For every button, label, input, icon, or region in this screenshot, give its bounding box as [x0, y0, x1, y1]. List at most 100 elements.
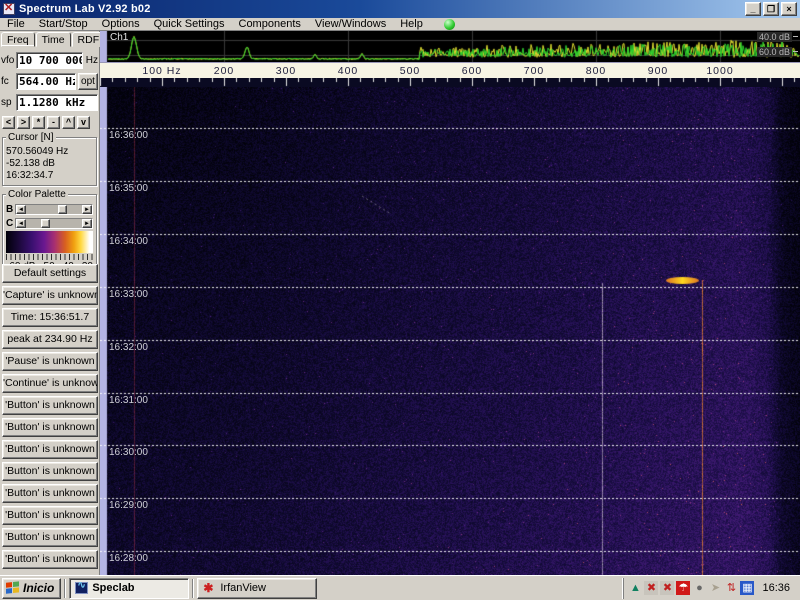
taskbar-clock: 16:36: [762, 582, 790, 594]
waterfall[interactable]: 16:36:00 16:35:00 16:34:00 16:33:00 16:32:00…: [100, 87, 800, 575]
macro-button-0[interactable]: Default settings: [2, 264, 98, 283]
contrast-slider[interactable]: ◄ ►: [15, 217, 93, 229]
task-label: IrfanView: [220, 582, 266, 594]
macro-button-column: Default settings 'Capture' is unknown Time…: [2, 264, 98, 569]
contrast-slider-thumb[interactable]: [40, 218, 50, 228]
brightness-slider-thumb[interactable]: [57, 204, 67, 214]
macro-button-13[interactable]: 'Button' is unknown: [2, 550, 98, 569]
vfo-label: vfo: [1, 54, 15, 66]
menu-item-view-windows[interactable]: View/Windows: [308, 18, 393, 31]
tuning-buttons: < > * - ^ v: [2, 116, 97, 129]
window-title: Spectrum Lab V2.92 b02: [19, 3, 151, 15]
brightness-slider[interactable]: ◄ ►: [15, 203, 93, 215]
menu-item-quick-settings[interactable]: Quick Settings: [147, 18, 232, 31]
macro-button-5[interactable]: 'Continue' is unknown: [2, 374, 98, 393]
waterfall-canvas[interactable]: [100, 87, 800, 575]
tab-freq[interactable]: Freq: [1, 32, 35, 47]
menu-item-help[interactable]: Help: [393, 18, 430, 31]
menu-item-components[interactable]: Components: [232, 18, 308, 31]
control-panel: Freq Time RDF vfo 10 700 000 Hz fc 564.0…: [0, 31, 106, 575]
sp-input[interactable]: 1.1280 kHz: [16, 93, 98, 111]
menu-item-file[interactable]: File: [0, 18, 32, 31]
close-button[interactable]: ×: [781, 2, 797, 16]
time-label: 16:30:00: [109, 447, 148, 458]
time-label: 16:29:00: [109, 500, 148, 511]
cursor-level: -52.138 dB: [6, 158, 55, 169]
fc-label: fc: [1, 75, 9, 87]
freq-label-400: 400: [337, 65, 359, 77]
cursor-frequency: 570.56049 Hz: [6, 146, 69, 157]
display-settings-icon[interactable]: ▦: [740, 581, 755, 595]
macro-button-10[interactable]: 'Button' is unknown: [2, 484, 98, 503]
spectrum-graph[interactable]: Ch1 40.0 dB 60.0 dB: [100, 31, 800, 62]
frequency-ticks: [100, 78, 800, 87]
fc-input[interactable]: 564.00 Hz: [16, 72, 76, 90]
menu-item-options[interactable]: Options: [95, 18, 147, 31]
time-label: 16:31:00: [109, 395, 148, 406]
tune-button-4[interactable]: ^: [62, 116, 75, 129]
palette-ruler: [6, 254, 93, 260]
tune-button-1[interactable]: >: [17, 116, 30, 129]
freq-label-800: 800: [585, 65, 607, 77]
start-button-label: Inicio: [23, 581, 55, 595]
taskbar-divider: [192, 578, 195, 598]
channel-label: Ch1: [110, 32, 129, 43]
db-scale-label: 60.0 dB: [756, 47, 792, 57]
macro-button-11[interactable]: 'Button' is unknown: [2, 506, 98, 525]
tune-button-2[interactable]: *: [32, 116, 45, 129]
system-tray: ▲ ✖ ✖ ☂ ● ➤ ⇅ ▦ 16:36: [623, 577, 798, 599]
macro-button-7[interactable]: 'Button' is unknown: [2, 418, 98, 437]
device-disabled-icon[interactable]: ✖: [660, 581, 675, 595]
restore-button[interactable]: ❐: [763, 2, 779, 16]
task-irfanview[interactable]: ✱ IrfanView: [197, 577, 318, 599]
macro-button-6[interactable]: 'Button' is unknown: [2, 396, 98, 415]
macro-button-9[interactable]: 'Button' is unknown: [2, 462, 98, 481]
cursor-group-title: Cursor [N]: [6, 132, 56, 143]
cursor-readout-group: Cursor [N] 570.56049 Hz -52.138 dB 16:32…: [2, 132, 97, 186]
tune-button-3[interactable]: -: [47, 116, 60, 129]
tune-button-0[interactable]: <: [2, 116, 15, 129]
macro-button-1[interactable]: 'Capture' is unknown: [2, 286, 98, 305]
palette-group-title: Color Palette: [6, 189, 68, 200]
tune-button-5[interactable]: v: [77, 116, 90, 129]
macro-button-3[interactable]: peak at 234.90 Hz: [2, 330, 98, 349]
sp-label: sp: [1, 96, 12, 108]
task-speclab[interactable]: Speclab: [69, 577, 190, 599]
freq-label-200: 200: [213, 65, 235, 77]
network-graph-icon[interactable]: ▲: [628, 581, 642, 595]
macro-button-4[interactable]: 'Pause' is unknown: [2, 352, 98, 371]
cursor-time: 16:32:34.7: [6, 170, 54, 181]
title-bar: Spectrum Lab V2.92 b02 _ ❐ ×: [0, 0, 800, 18]
tick-canvas: [100, 78, 800, 87]
macro-button-8[interactable]: 'Button' is unknown: [2, 440, 98, 459]
task-label: Speclab: [92, 582, 135, 594]
macro-button-12[interactable]: 'Button' is unknown: [2, 528, 98, 547]
taskbar: Inicio Speclab ✱ IrfanView ▲✖✖☂●➤⇅▦16:36: [0, 575, 800, 600]
freq-label-600: 600: [461, 65, 483, 77]
time-label: 16:28:00: [109, 553, 148, 564]
freq-label-700: 700: [523, 65, 545, 77]
brightness-label: B: [6, 203, 14, 215]
freq-label-300: 300: [275, 65, 297, 77]
volume-muted-icon[interactable]: ✖: [644, 581, 659, 595]
slider-right-arrow-icon[interactable]: ►: [82, 218, 92, 228]
updown-arrows-icon[interactable]: ⇅: [724, 581, 738, 595]
slider-left-arrow-icon[interactable]: ◄: [16, 218, 26, 228]
antivirus-umbrella-icon[interactable]: ☂: [676, 581, 691, 595]
macro-button-2[interactable]: Time: 15:36:51.7: [2, 308, 98, 327]
start-button[interactable]: Inicio: [2, 577, 62, 599]
minimize-button[interactable]: _: [745, 2, 761, 16]
frequency-scale[interactable]: 100 Hz 200 300 400 500 600 700 800 900 1000: [100, 62, 800, 78]
slider-left-arrow-icon[interactable]: ◄: [16, 204, 26, 214]
slider-right-arrow-icon[interactable]: ►: [82, 204, 92, 214]
spectrum-canvas[interactable]: [100, 31, 800, 62]
scheduler-icon[interactable]: ●: [692, 581, 706, 595]
menu-item-start-stop[interactable]: Start/Stop: [32, 18, 95, 31]
time-label: 16:33:00: [109, 289, 148, 300]
freq-label-100: 100 Hz: [142, 65, 182, 77]
pointer-icon[interactable]: ➤: [708, 581, 722, 595]
opt-button[interactable]: opt: [78, 72, 98, 90]
time-label: 16:35:00: [109, 183, 148, 194]
vfo-input[interactable]: 10 700 000: [16, 51, 83, 69]
tab-time[interactable]: Time: [35, 32, 71, 47]
